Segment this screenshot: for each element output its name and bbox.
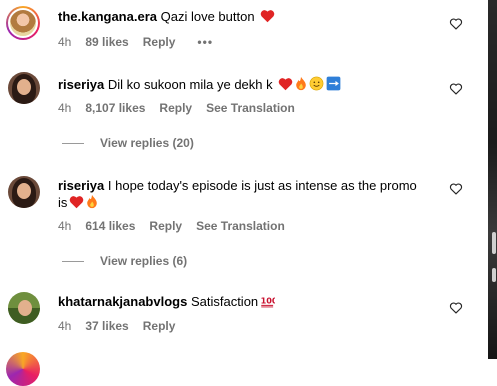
reply-button[interactable]: Reply xyxy=(159,101,192,115)
heart-outline-icon[interactable] xyxy=(449,182,463,196)
avatar[interactable] xyxy=(8,292,40,324)
view-replies-label[interactable]: View replies (6) xyxy=(100,254,187,268)
reply-button[interactable]: Reply xyxy=(149,219,182,233)
red-heart-icon xyxy=(279,78,293,91)
comment-body: khatarnakjanabvlogs Satisfaction100 xyxy=(58,294,275,310)
view-replies-label[interactable]: View replies (20) xyxy=(100,136,194,150)
avatar[interactable] xyxy=(8,176,40,208)
likes-count[interactable]: 614 likes xyxy=(85,219,135,233)
avatar[interactable] xyxy=(8,72,40,104)
comment-time: 4h xyxy=(58,319,72,333)
comment-meta: 4h 8,107 likes Reply See Translation xyxy=(58,101,309,115)
more-options-button[interactable]: ••• xyxy=(197,35,213,49)
comment-body: riseriya I hope today's episode is just … xyxy=(58,177,417,211)
fire-icon xyxy=(296,76,307,91)
smiling-face-icon xyxy=(309,76,324,91)
next-avatar-partial xyxy=(6,352,40,386)
likes-count[interactable]: 37 likes xyxy=(85,319,128,333)
likes-count[interactable]: 8,107 likes xyxy=(85,101,145,115)
reply-button[interactable]: Reply xyxy=(143,35,176,49)
comment-meta: 4h 614 likes Reply See Translation xyxy=(58,219,299,233)
comment-text: Dil ko sukoon mila ye dekh k xyxy=(107,77,273,92)
comment-item: riseriya I hope today's episode is just … xyxy=(0,170,488,280)
fire-icon xyxy=(87,194,98,209)
comment-time: 4h xyxy=(58,35,72,49)
heart-outline-icon[interactable] xyxy=(449,82,463,96)
view-replies-button[interactable]: View replies (6) xyxy=(62,254,187,268)
replies-divider xyxy=(62,142,84,144)
comment-text-continued: is xyxy=(58,195,68,210)
comment-item: riseriya Dil ko sukoon mila ye dekh k 4h… xyxy=(0,64,488,154)
comment-meta: 4h 89 likes Reply ••• xyxy=(58,35,227,49)
see-translation-button[interactable]: See Translation xyxy=(196,219,285,233)
svg-text:100: 100 xyxy=(261,296,275,306)
comment-item: khatarnakjanabvlogs Satisfaction100 4h 3… xyxy=(0,284,488,344)
video-edge-strip xyxy=(488,0,497,359)
comment-username[interactable]: the.kangana.era xyxy=(58,9,157,24)
comment-username[interactable]: khatarnakjanabvlogs xyxy=(58,294,187,309)
on-button-icon xyxy=(326,76,341,91)
heart-outline-icon[interactable] xyxy=(449,17,463,31)
comment-item: the.kangana.era Qazi love button 4h 89 l… xyxy=(0,0,488,60)
view-replies-button[interactable]: View replies (20) xyxy=(62,136,194,150)
comment-time: 4h xyxy=(58,101,72,115)
replies-divider xyxy=(62,260,84,262)
likes-count[interactable]: 89 likes xyxy=(85,35,128,49)
see-translation-button[interactable]: See Translation xyxy=(206,101,295,115)
comment-username[interactable]: riseriya xyxy=(58,178,104,193)
hundred-points-icon: 100 xyxy=(261,296,275,308)
comment-username[interactable]: riseriya xyxy=(58,77,104,92)
red-heart-icon xyxy=(260,10,275,23)
comment-text: Qazi love button xyxy=(160,9,255,24)
comment-text: Satisfaction xyxy=(190,294,259,309)
reply-button[interactable]: Reply xyxy=(143,319,176,333)
comment-body: riseriya Dil ko sukoon mila ye dekh k xyxy=(58,76,341,93)
heart-outline-icon[interactable] xyxy=(449,301,463,315)
comment-meta: 4h 37 likes Reply xyxy=(58,319,189,333)
avatar[interactable] xyxy=(6,6,40,40)
comment-body: the.kangana.era Qazi love button xyxy=(58,9,275,25)
comment-text: I hope today's episode is just as intens… xyxy=(107,178,417,193)
red-heart-icon xyxy=(70,196,84,209)
comment-time: 4h xyxy=(58,219,72,233)
